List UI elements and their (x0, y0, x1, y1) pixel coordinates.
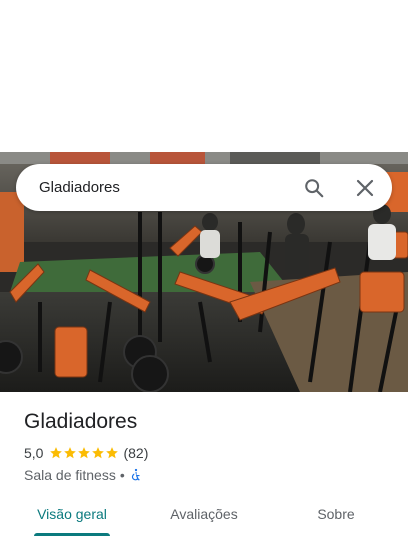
separator-dot: • (119, 467, 125, 483)
star-rating (49, 446, 119, 460)
star-icon (78, 447, 91, 459)
place-info: Gladiadores 5,0 (82) Sala de fitness • (24, 408, 394, 484)
search-input[interactable]: Gladiadores (39, 179, 302, 196)
star-icon (64, 447, 77, 459)
tab-overview-label: Visão geral (37, 506, 107, 522)
tab-about-label: Sobre (317, 506, 355, 522)
close-icon[interactable] (353, 176, 377, 200)
tab-bar: Visão geral Avaliações Sobre (0, 496, 408, 536)
star-icon (50, 447, 63, 459)
rating-row[interactable]: 5,0 (82) (24, 444, 394, 462)
category-row: Sala de fitness • (24, 466, 394, 484)
rating-value: 5,0 (24, 445, 44, 461)
active-tab-indicator (34, 533, 110, 536)
tab-overview[interactable]: Visão geral (0, 496, 144, 536)
wheelchair-icon (131, 468, 140, 481)
tab-reviews-label: Avaliações (170, 506, 238, 522)
star-icon (106, 447, 119, 459)
tab-about[interactable]: Sobre (264, 496, 408, 532)
tab-reviews[interactable]: Avaliações (144, 496, 264, 532)
star-icon (92, 447, 105, 459)
place-category: Sala de fitness (24, 467, 116, 483)
review-count[interactable]: (82) (123, 445, 148, 461)
place-title: Gladiadores (24, 410, 138, 433)
search-bar[interactable]: Gladiadores (16, 164, 392, 211)
search-icon[interactable] (302, 176, 326, 200)
